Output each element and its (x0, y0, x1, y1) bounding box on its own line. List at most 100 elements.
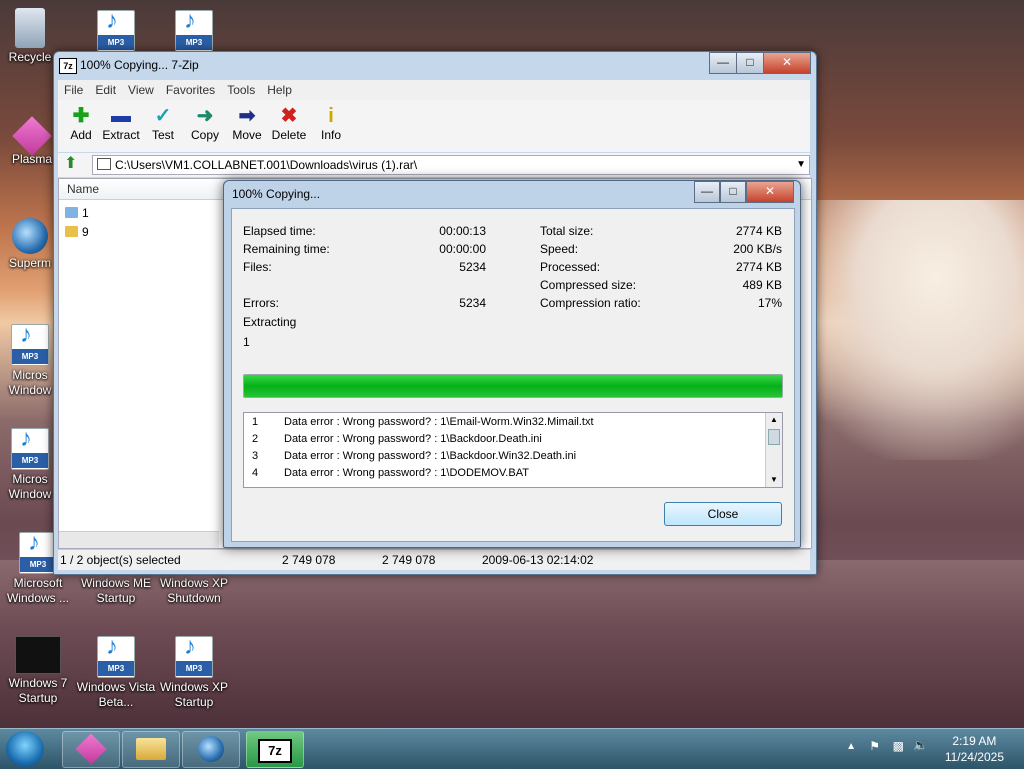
desktop-icon-top-mp3-a[interactable]: MP3 (76, 10, 156, 54)
scroll-up-arrow-icon[interactable]: ▲ (766, 413, 782, 427)
current-item-label: 1 (243, 335, 250, 349)
processed-label: Processed: (540, 260, 601, 274)
scroll-thumb[interactable] (768, 429, 780, 445)
check-icon: ✓ (154, 105, 172, 127)
desktop-icon-label: Superm (8, 256, 52, 270)
taskbar-plasma-button[interactable] (62, 731, 120, 768)
network-icon[interactable]: ▩ (893, 739, 904, 753)
processed-value: 2774 KB (735, 260, 782, 274)
list-item[interactable]: 1 (65, 204, 89, 222)
elapsed-time-label: Elapsed time: (243, 224, 316, 238)
status-selected: 1 / 2 object(s) selected (60, 553, 181, 567)
info-icon: i (328, 105, 334, 127)
plasma-icon (12, 116, 52, 156)
menu-file[interactable]: File (58, 80, 89, 100)
progress-bar (243, 374, 783, 398)
menu-bar: File Edit View Favorites Tools Help (58, 80, 810, 100)
info-button[interactable]: i Info (308, 104, 354, 142)
window-title: 100% Copying... 7-Zip (80, 58, 199, 72)
compression-ratio-label: Compression ratio: (540, 296, 641, 310)
move-button[interactable]: ➡ Move (224, 104, 270, 142)
dialog-minimize-button[interactable]: — (694, 181, 720, 203)
dialog-body: Elapsed time: 00:00:13 Remaining time: 0… (231, 208, 795, 542)
desktop-icon-label: Windows ME Startup (80, 576, 151, 605)
remaining-time-label: Remaining time: (243, 242, 330, 256)
compressed-size-value: 489 KB (742, 278, 782, 292)
total-size-label: Total size: (540, 224, 594, 238)
mp3-file-icon: MP3 (97, 636, 135, 678)
desktop-icon-windows-xp-startup[interactable]: MP3 Windows XP Startup (154, 636, 234, 710)
status-size: 2 749 078 (282, 553, 336, 567)
globe-icon (198, 736, 224, 762)
copy-button[interactable]: ➜ Copy (182, 104, 228, 142)
video-thumbnail-icon (15, 636, 61, 674)
elapsed-time-value: 00:00:13 (439, 224, 486, 238)
status-modified: 2009-06-13 02:14:02 (482, 553, 594, 567)
folder-icon (136, 738, 166, 760)
desktop-icon-label: Recycle (8, 50, 52, 64)
plasma-icon (75, 733, 107, 765)
desktop-icon-label: Windows XP Startup (159, 680, 229, 709)
volume-icon[interactable]: 🔈 (913, 738, 928, 752)
extract-button[interactable]: ▬ Extract (98, 104, 144, 142)
close-window-button[interactable]: ✕ (763, 52, 811, 74)
title-bar[interactable]: 7z 100% Copying... 7-Zip — □ ✕ (54, 52, 816, 78)
copy-arrow-icon: ➜ (196, 105, 214, 127)
clock-date: 11/24/2025 (944, 750, 1004, 764)
dialog-close-x-button[interactable]: ✕ (746, 181, 794, 203)
desktop-icon-windows-7-startup[interactable]: Windows 7 Startup (0, 636, 78, 706)
taskbar-explorer-button[interactable] (122, 731, 180, 768)
test-button[interactable]: ✓ Test (140, 104, 186, 142)
scroll-down-arrow-icon[interactable]: ▼ (766, 473, 782, 487)
taskbar: 7z ▲ ⚑ ▩ 🔈 2:19 AM 11/24/2025 (0, 728, 1024, 769)
taskbar-7zip-button[interactable]: 7z (246, 731, 304, 768)
up-folder-icon[interactable]: ⬆ (64, 155, 82, 173)
error-log-list[interactable]: 1 Data error : Wrong password? : 1\Email-… (243, 412, 783, 488)
start-button[interactable] (6, 731, 44, 767)
desktop-icon-label: Microsoft Windows ... (6, 576, 69, 605)
log-row: 3 Data error : Wrong password? : 1\Backdo… (252, 450, 577, 462)
toolbar: ✚ Add ▬ Extract ✓ Test ➜ Copy ➡ Move ✖ Delete … (58, 100, 810, 152)
sevenzip-app-icon: 7z (59, 58, 77, 74)
errors-value: 5234 (459, 296, 486, 310)
delete-button[interactable]: ✖ Delete (266, 104, 312, 142)
folder-icon (65, 207, 78, 218)
mp3-file-icon: MP3 (19, 532, 57, 574)
desktop-icon-label: Micros Window (8, 472, 52, 501)
list-item[interactable]: 9 (65, 223, 89, 241)
dialog-maximize-button[interactable]: □ (720, 181, 746, 203)
mp3-file-icon: MP3 (175, 10, 213, 52)
menu-favorites[interactable]: Favorites (160, 80, 221, 100)
mp3-file-icon: MP3 (97, 10, 135, 52)
menu-tools[interactable]: Tools (221, 80, 261, 100)
desktop-icon-label: Windows Vista Beta... (76, 680, 156, 709)
chevron-down-icon[interactable]: ▼ (796, 156, 806, 174)
horizontal-scrollbar[interactable] (59, 531, 219, 548)
files-value: 5234 (459, 260, 486, 274)
minimize-button[interactable]: — (709, 52, 737, 74)
mp3-file-icon: MP3 (11, 428, 49, 470)
menu-view[interactable]: View (122, 80, 160, 100)
total-size-value: 2774 KB (735, 224, 782, 238)
delete-x-icon: ✖ (280, 105, 298, 127)
files-label: Files: (243, 260, 272, 274)
close-button[interactable]: Close (664, 502, 782, 526)
show-hidden-icons-icon[interactable]: ▲ (846, 741, 856, 752)
menu-help[interactable]: Help (261, 80, 298, 100)
clock-time: 2:19 AM (952, 734, 997, 748)
clock[interactable]: 2:19 AM 11/24/2025 (945, 733, 1004, 765)
desktop-icon-windows-vista-beta[interactable]: MP3 Windows Vista Beta... (76, 636, 156, 710)
maximize-button[interactable]: □ (736, 52, 764, 74)
errors-label: Errors: (243, 296, 279, 310)
column-name-header[interactable]: Name (67, 182, 99, 196)
taskbar-globe-button[interactable] (182, 731, 240, 768)
status-packed: 2 749 078 (382, 553, 436, 567)
action-center-flag-icon[interactable]: ⚑ (869, 739, 880, 753)
menu-edit[interactable]: Edit (89, 80, 122, 100)
desktop-icon-top-mp3-b[interactable]: MP3 (154, 10, 234, 54)
sevenzip-app-icon: 7z (258, 739, 292, 763)
log-vertical-scrollbar[interactable]: ▲ ▼ (765, 413, 782, 487)
copy-progress-dialog: 100% Copying... — □ ✕ Elapsed time: 00:0… (223, 180, 801, 548)
log-row: 4 Data error : Wrong password? : 1\DODEMO… (252, 467, 529, 479)
address-input[interactable]: C:\Users\VM1.COLLABNET.001\Downloads\vir… (92, 155, 810, 175)
